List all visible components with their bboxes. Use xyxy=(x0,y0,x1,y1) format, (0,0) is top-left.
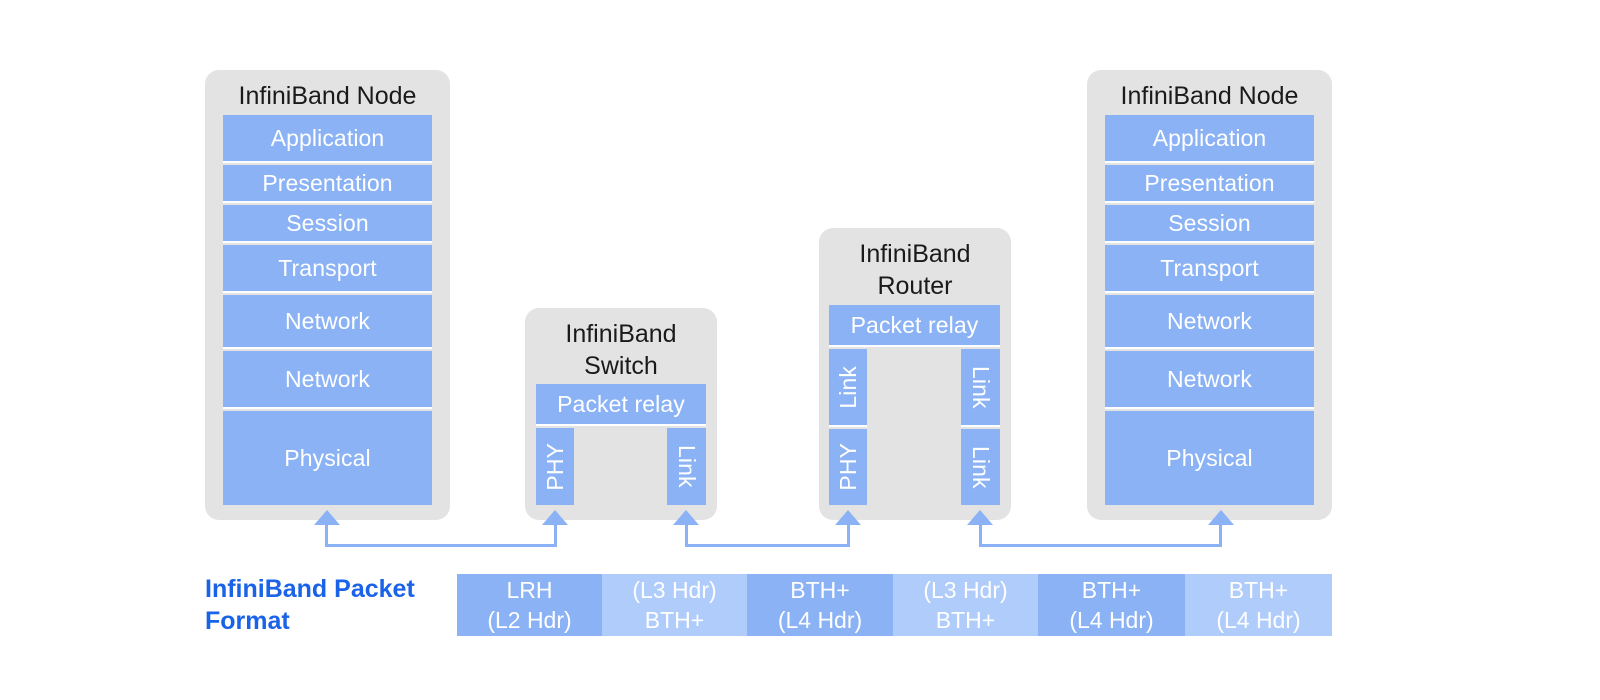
switch-port-link-label: Link xyxy=(674,445,700,488)
node-right-layer-physical: Physical xyxy=(1105,411,1314,505)
arrowhead-icon xyxy=(835,510,861,525)
router-packet-relay: Packet relay xyxy=(829,305,1000,347)
switch-title: InfiniBand Switch xyxy=(565,320,677,380)
node-right-layer-application: Application xyxy=(1105,115,1314,163)
connector-leg xyxy=(325,522,328,546)
node-right-layer-session: Session xyxy=(1105,205,1314,243)
connector-base xyxy=(325,544,557,547)
layer-label: Physical xyxy=(1166,444,1253,471)
router-port-link-right-lower-label: Link xyxy=(968,445,994,489)
router-port-link-right-lower: Link xyxy=(961,429,1000,505)
switch-packet-relay: Packet relay xyxy=(536,384,706,426)
layer-label: Transport xyxy=(1160,254,1259,281)
layer-label: Presentation xyxy=(1144,169,1275,196)
switch-port-phy-label: PHY xyxy=(541,442,568,491)
node-left-layer-physical: Physical xyxy=(223,411,432,505)
packet-relay-label: Packet relay xyxy=(557,390,685,417)
router-title: InfiniBand Router xyxy=(859,240,971,300)
node-left-layer-network-lower: Network xyxy=(223,351,432,409)
connector-leg xyxy=(979,522,982,546)
packet-segment-bth-l4-2: BTH+ (L4 Hdr) xyxy=(1038,574,1185,636)
node-left-layer-network-upper: Network xyxy=(223,295,432,349)
node-right-layer-network-upper: Network xyxy=(1105,295,1314,349)
layer-label: Application xyxy=(1152,124,1267,151)
infiniband-architecture-diagram: InfiniBand Node Application Presentation… xyxy=(0,0,1600,700)
packet-format-bar: LRH (L2 Hdr) (L3 Hdr) BTH+ BTH+ (L4 Hdr)… xyxy=(457,574,1332,636)
layer-label: Session xyxy=(286,209,369,236)
node-left-layer-presentation: Presentation xyxy=(223,165,432,203)
arrowhead-icon xyxy=(1208,510,1234,525)
router-port-link-right-upper-label: Link xyxy=(968,365,994,409)
switch-port-link: Link xyxy=(667,428,706,505)
node-left-layer-application: Application xyxy=(223,115,432,163)
packet-relay-label: Packet relay xyxy=(850,311,979,338)
connector-base xyxy=(685,544,850,547)
connector-leg xyxy=(1219,522,1222,546)
packet-segment-l3-bth-1: (L3 Hdr) BTH+ xyxy=(602,574,747,636)
packet-format-label: InfiniBand Packet Format xyxy=(205,575,415,635)
node-left-layer-session: Session xyxy=(223,205,432,243)
router-port-phy-left-lower: PHY xyxy=(829,429,867,505)
connector-leg xyxy=(685,522,688,546)
packet-segment-bth-l4-1: BTH+ (L4 Hdr) xyxy=(747,574,893,636)
layer-label: Network xyxy=(1166,307,1253,334)
packet-segment-lrh: LRH (L2 Hdr) xyxy=(457,574,602,636)
connector-leg xyxy=(554,522,557,546)
arrowhead-icon xyxy=(542,510,568,525)
node-right-layer-network-lower: Network xyxy=(1105,351,1314,409)
layer-label: Transport xyxy=(278,254,377,281)
router-port-link-right-upper: Link xyxy=(961,349,1000,427)
node-left-title: InfiniBand Node xyxy=(238,82,417,110)
node-right-title: InfiniBand Node xyxy=(1120,82,1299,110)
router-port-link-left-upper: Link xyxy=(829,349,867,427)
layer-label: Network xyxy=(284,365,371,392)
node-right-layer-presentation: Presentation xyxy=(1105,165,1314,203)
layer-label: Physical xyxy=(284,444,371,471)
router-port-link-left-upper-label: Link xyxy=(834,365,861,409)
connector-leg xyxy=(847,522,850,546)
router-port-phy-left-lower-label: PHY xyxy=(834,443,861,491)
layer-label: Application xyxy=(270,124,385,151)
layer-label: Session xyxy=(1168,209,1251,236)
layer-label: Network xyxy=(1166,365,1253,392)
layer-label: Presentation xyxy=(262,169,393,196)
connector-base xyxy=(979,544,1222,547)
packet-segment-l3-bth-2: (L3 Hdr) BTH+ xyxy=(893,574,1038,636)
layer-label: Network xyxy=(284,307,371,334)
switch-port-phy: PHY xyxy=(536,428,574,505)
node-right-layer-transport: Transport xyxy=(1105,245,1314,293)
node-left-layer-transport: Transport xyxy=(223,245,432,293)
packet-segment-bth-l4-3: BTH+ (L4 Hdr) xyxy=(1185,574,1332,636)
